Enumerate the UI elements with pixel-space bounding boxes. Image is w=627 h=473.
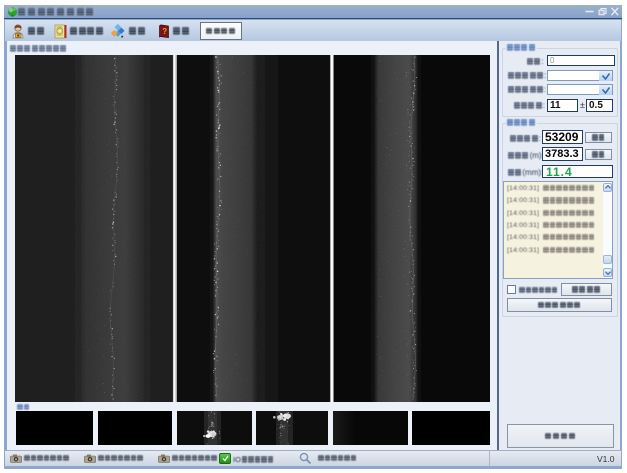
svg-text:?: ? bbox=[162, 27, 167, 36]
